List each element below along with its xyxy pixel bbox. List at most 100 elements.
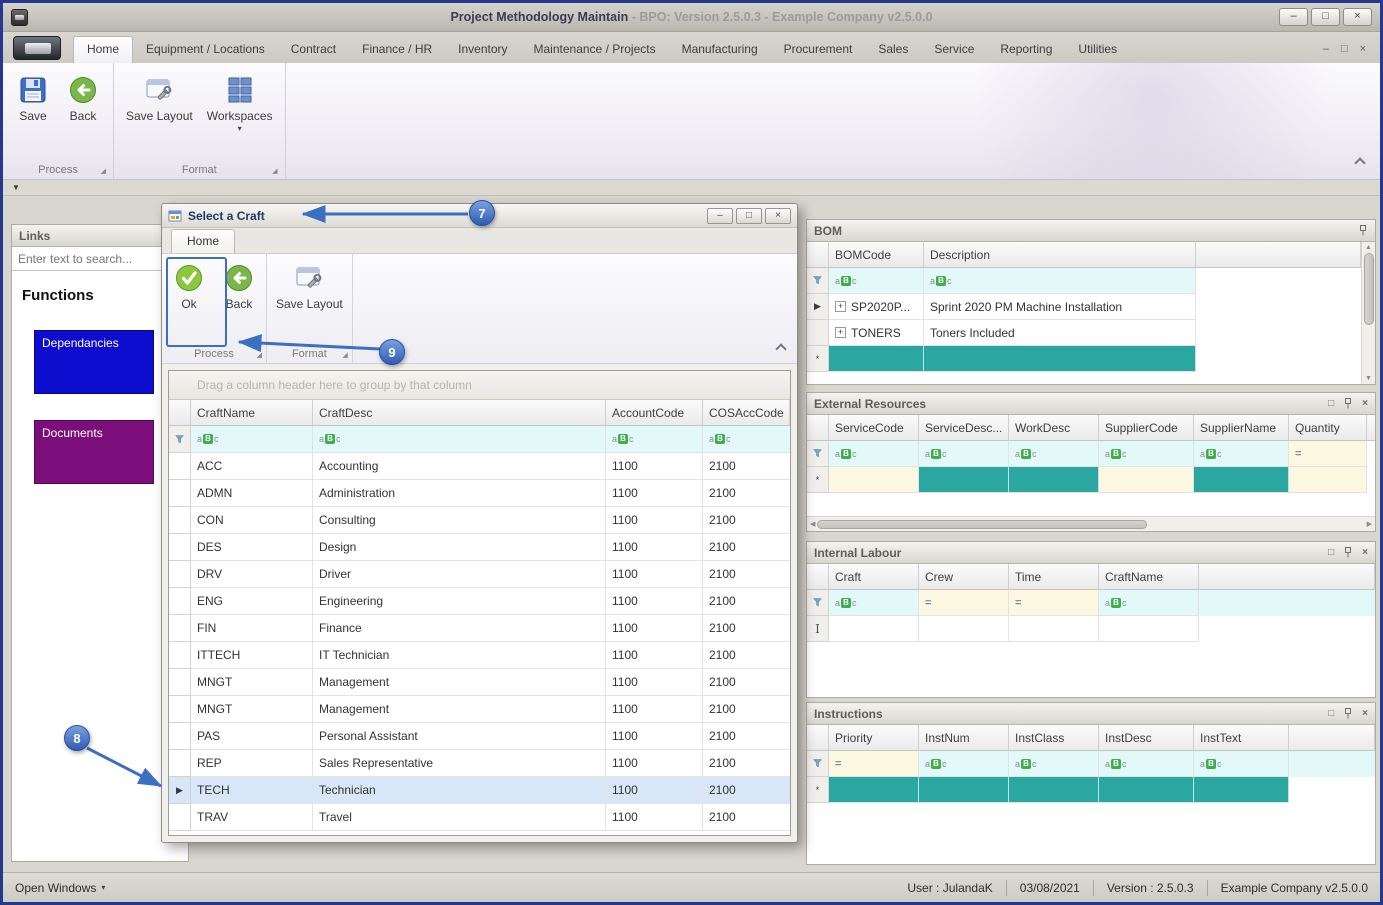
dialog-back-button[interactable]: Back xyxy=(214,257,264,315)
column-header-servicecode[interactable]: ServiceCode xyxy=(829,415,919,441)
craft-row[interactable]: ADMN Administration 1100 2100 xyxy=(169,480,790,507)
edit-row-selector[interactable]: I xyxy=(807,616,829,642)
cell-craftdesc[interactable]: Travel xyxy=(313,804,606,831)
dialog-maximize-button[interactable]: □ xyxy=(736,208,762,224)
cell-accountcode[interactable]: 1100 xyxy=(606,453,703,480)
dialog-launcher-icon[interactable]: ◢ xyxy=(101,167,106,175)
cell-craftname[interactable]: TECH xyxy=(191,777,313,804)
cell-accountcode[interactable]: 1100 xyxy=(606,804,703,831)
row-selector-cell[interactable] xyxy=(169,723,191,750)
row-selector-cell[interactable] xyxy=(169,588,191,615)
pin-icon[interactable] xyxy=(1343,708,1353,719)
craft-row[interactable]: FIN Finance 1100 2100 xyxy=(169,615,790,642)
craft-row[interactable]: MNGT Management 1100 2100 xyxy=(169,696,790,723)
filter-cell[interactable]: aBc xyxy=(1099,441,1194,467)
dialog-launcher-icon[interactable]: ◢ xyxy=(272,167,277,175)
cell-accountcode[interactable]: 1100 xyxy=(606,723,703,750)
pin-icon[interactable] xyxy=(1343,398,1353,409)
scroll-right-icon[interactable]: ▶ xyxy=(1367,520,1372,528)
append-cell[interactable] xyxy=(1194,777,1289,803)
cell-cosacccode[interactable]: 2100 xyxy=(703,561,790,588)
row-selector-cell[interactable] xyxy=(807,320,829,346)
cell-craftname[interactable]: FIN xyxy=(191,615,313,642)
open-windows-menu[interactable]: Open Windows ▾ xyxy=(15,881,105,895)
craft-row[interactable]: CON Consulting 1100 2100 xyxy=(169,507,790,534)
ribbon-tab[interactable]: Inventory xyxy=(445,36,520,63)
column-header-craftdesc[interactable]: CraftDesc xyxy=(313,400,606,426)
filter-row-selector[interactable] xyxy=(807,751,829,777)
cell-craftdesc[interactable]: IT Technician xyxy=(313,642,606,669)
craft-row[interactable]: MNGT Management 1100 2100 xyxy=(169,669,790,696)
cell-bomcode[interactable]: +SP2020P... xyxy=(829,294,924,320)
scroll-down-icon[interactable]: ▼ xyxy=(1365,375,1372,382)
filter-cell[interactable]: aBc xyxy=(919,751,1009,777)
cell-cosacccode[interactable]: 2100 xyxy=(703,669,790,696)
cell-cosacccode[interactable]: 2100 xyxy=(703,480,790,507)
internal-edit-row[interactable]: I xyxy=(807,616,1375,642)
save-layout-button[interactable]: Save Layout xyxy=(119,69,200,127)
cell-craftdesc[interactable]: Accounting xyxy=(313,453,606,480)
external-horizontal-scrollbar[interactable]: ◀ ▶ xyxy=(807,516,1375,531)
edit-cell[interactable] xyxy=(829,616,919,642)
dialog-launcher-icon[interactable]: ◢ xyxy=(257,351,262,359)
cell-craftdesc[interactable]: Management xyxy=(313,669,606,696)
craft-row[interactable]: REP Sales Representative 1100 2100 xyxy=(169,750,790,777)
ribbon-tab[interactable]: Maintenance / Projects xyxy=(521,36,669,63)
ribbon-tab[interactable]: Service xyxy=(921,36,987,63)
append-row-selector[interactable]: * xyxy=(807,346,829,372)
column-header-accountcode[interactable]: AccountCode xyxy=(606,400,703,426)
append-cell[interactable] xyxy=(1194,467,1289,493)
maximize-button[interactable]: □ xyxy=(1311,8,1340,26)
row-selector-cell[interactable] xyxy=(169,642,191,669)
filter-cell[interactable]: aBc xyxy=(703,426,790,453)
append-row-selector[interactable]: * xyxy=(807,467,829,493)
pin-icon[interactable] xyxy=(1358,225,1368,236)
ribbon-tab[interactable]: Manufacturing xyxy=(669,36,771,63)
append-cell[interactable] xyxy=(1289,467,1367,493)
cell-craftname[interactable]: TRAV xyxy=(191,804,313,831)
craft-row[interactable]: DRV Driver 1100 2100 xyxy=(169,561,790,588)
filter-cell[interactable]: aBc xyxy=(829,441,919,467)
append-cell[interactable] xyxy=(1099,777,1194,803)
expand-icon[interactable]: + xyxy=(835,327,846,338)
row-selector-cell[interactable]: ▶ xyxy=(807,294,829,320)
filter-cell[interactable]: aBc xyxy=(829,590,919,616)
column-header-craft[interactable]: Craft xyxy=(829,564,919,590)
cell-craftdesc[interactable]: Personal Assistant xyxy=(313,723,606,750)
column-header-instdesc[interactable]: InstDesc xyxy=(1099,725,1194,751)
filter-cell[interactable]: = xyxy=(919,590,1009,616)
row-selector-cell[interactable] xyxy=(169,534,191,561)
filter-cell[interactable]: = xyxy=(1289,441,1367,467)
filter-cell[interactable]: aBc xyxy=(1099,751,1194,777)
cell-cosacccode[interactable]: 2100 xyxy=(703,750,790,777)
cell-cosacccode[interactable]: 2100 xyxy=(703,534,790,561)
scroll-left-icon[interactable]: ◀ xyxy=(810,520,815,528)
column-header-instclass[interactable]: InstClass xyxy=(1009,725,1099,751)
append-row-selector[interactable]: * xyxy=(807,777,829,803)
row-selector-cell[interactable] xyxy=(169,480,191,507)
column-header-priority[interactable]: Priority xyxy=(829,725,919,751)
column-header-cosacccode[interactable]: COSAccCode xyxy=(703,400,790,426)
pin-icon[interactable] xyxy=(1343,547,1353,558)
craft-row[interactable]: DES Design 1100 2100 xyxy=(169,534,790,561)
filter-cell[interactable]: aBc xyxy=(1194,441,1289,467)
cell-cosacccode[interactable]: 2100 xyxy=(703,642,790,669)
cell-accountcode[interactable]: 1100 xyxy=(606,615,703,642)
expand-icon[interactable]: + xyxy=(835,301,846,312)
column-header-quantity[interactable]: Quantity xyxy=(1289,415,1367,441)
column-header-suppliercode[interactable]: SupplierCode xyxy=(1099,415,1194,441)
maximize-panel-icon[interactable]: □ xyxy=(1328,708,1334,719)
cell-description[interactable]: Sprint 2020 PM Machine Installation xyxy=(924,294,1196,320)
append-cell[interactable] xyxy=(1099,467,1194,493)
ribbon-tab[interactable]: Equipment / Locations xyxy=(133,36,278,63)
filter-cell[interactable]: aBc xyxy=(1099,590,1199,616)
craft-row[interactable]: ENG Engineering 1100 2100 xyxy=(169,588,790,615)
close-panel-icon[interactable]: × xyxy=(1362,547,1368,558)
cell-cosacccode[interactable]: 2100 xyxy=(703,777,790,804)
dialog-collapse-ribbon-icon[interactable] xyxy=(775,343,786,354)
mdi-minimize-icon[interactable]: – xyxy=(1323,43,1329,55)
append-cell[interactable] xyxy=(924,346,1196,372)
maximize-panel-icon[interactable]: □ xyxy=(1328,398,1334,409)
cell-cosacccode[interactable]: 2100 xyxy=(703,588,790,615)
craft-row[interactable]: ITTECH IT Technician 1100 2100 xyxy=(169,642,790,669)
